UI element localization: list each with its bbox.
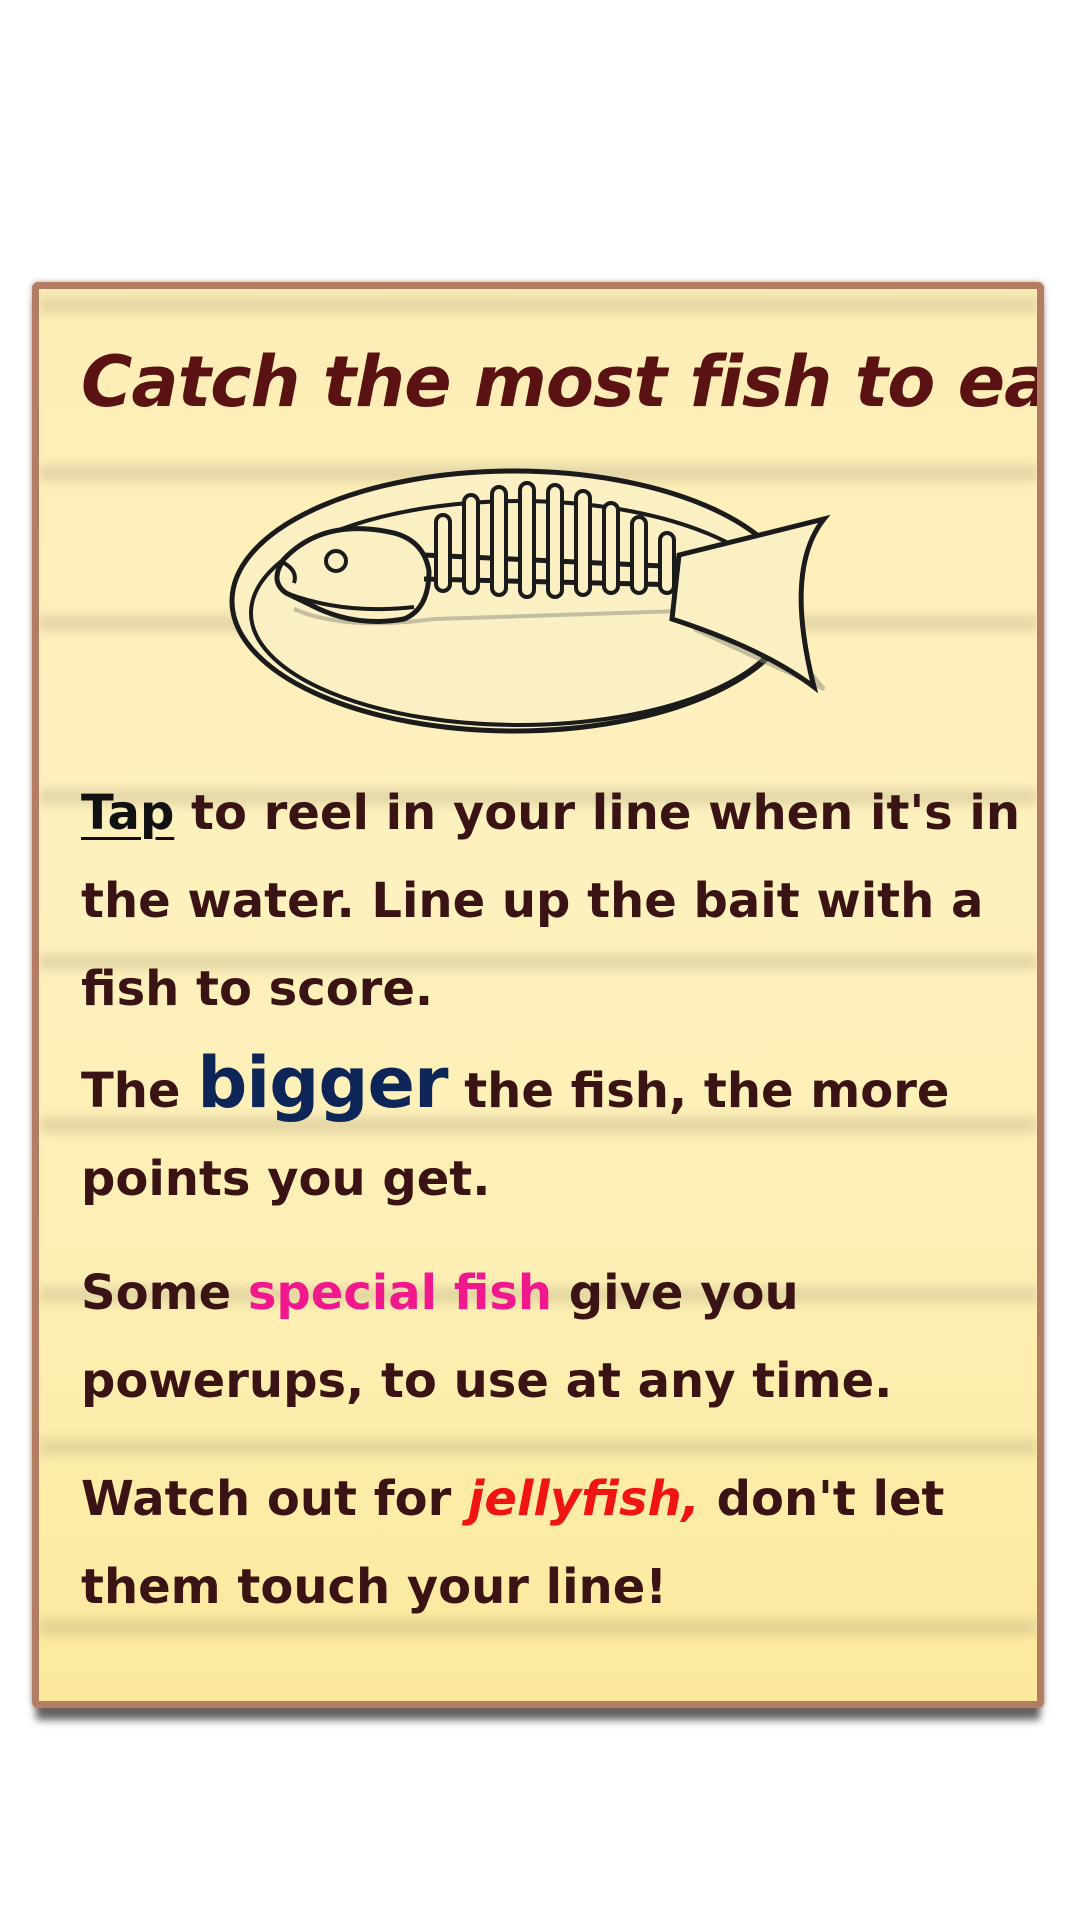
instructions-card: Catch the most fish to eat! Tap to reel … <box>32 282 1044 1708</box>
instruction-tap: Tap to reel in your line when it's in th… <box>81 769 1021 1033</box>
keyword-tap: Tap <box>81 785 175 841</box>
instruction-tap-text: to reel in your line when it's in the wa… <box>81 785 1021 1017</box>
paper-line <box>39 1439 1037 1455</box>
keyword-bigger: bigger <box>197 1042 448 1124</box>
instruction-special-fish: Some special fish give you powerups, to … <box>81 1249 1021 1425</box>
instruction-jellyfish-prefix: Watch out for <box>81 1471 468 1527</box>
page-title: Catch the most fish to eat! <box>81 341 1044 423</box>
keyword-special-fish: special fish <box>247 1265 553 1321</box>
instruction-special-prefix: Some <box>81 1265 248 1321</box>
fish-skeleton-on-plate-icon <box>224 459 884 759</box>
instruction-bigger-prefix: The <box>81 1063 198 1119</box>
keyword-jellyfish: jellyfish, <box>467 1471 700 1527</box>
tutorial-screen: Catch the most fish to eat! Tap to reel … <box>0 0 1080 1920</box>
paper-line <box>39 297 1037 313</box>
instruction-jellyfish: Watch out for jellyfish, don't let them … <box>81 1455 1021 1631</box>
instruction-bigger: The bigger the fish, the more points you… <box>81 1039 1021 1223</box>
